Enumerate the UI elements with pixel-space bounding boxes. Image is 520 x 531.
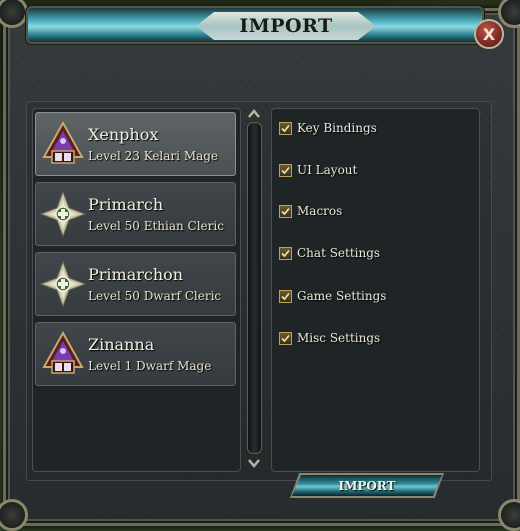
title-bar[interactable]: IMPORT <box>28 8 482 42</box>
mage-icon <box>42 120 84 164</box>
frame-corner-ornament <box>498 499 520 531</box>
checkbox-ui-layout[interactable]: UI Layout <box>279 161 357 179</box>
checkbox-label: Misc Settings <box>297 331 381 345</box>
character-description: Level 50 Dwarf Cleric <box>88 289 222 303</box>
checkbox-game-settings[interactable]: Game Settings <box>279 287 386 305</box>
checkbox-macros[interactable]: Macros <box>279 202 342 220</box>
scroll-down-button[interactable] <box>246 456 262 470</box>
window-title: IMPORT <box>196 12 376 40</box>
checkmark-icon <box>281 292 290 300</box>
character-row-primarchon[interactable]: Primarchon Level 50 Dwarf Cleric <box>35 252 236 316</box>
character-description: Level 1 Dwarf Mage <box>88 359 212 373</box>
character-name: Zinanna <box>88 335 155 354</box>
character-row-primarch[interactable]: Primarch Level 50 Ethian Cleric <box>35 182 236 246</box>
checkbox-misc-settings[interactable]: Misc Settings <box>279 329 380 347</box>
checkbox[interactable] <box>279 204 292 218</box>
checkbox-key-bindings[interactable]: Key Bindings <box>279 119 377 137</box>
checkmark-icon <box>281 249 290 257</box>
close-icon: X <box>482 24 496 44</box>
checkbox-label: Key Bindings <box>297 121 377 135</box>
scrollbar-track[interactable] <box>247 122 262 454</box>
checkbox-label: UI Layout <box>297 163 358 177</box>
checkbox-label: Macros <box>297 204 343 218</box>
cleric-icon <box>39 190 87 238</box>
character-name: Primarchon <box>88 265 184 284</box>
frame-corner-ornament <box>0 499 28 531</box>
checkbox[interactable] <box>279 331 292 345</box>
import-button[interactable]: IMPORT <box>292 475 442 496</box>
cleric-icon <box>39 260 87 308</box>
chevron-up-icon <box>248 109 260 118</box>
character-name: Xenphox <box>88 125 159 144</box>
checkbox[interactable] <box>279 289 292 303</box>
checkbox[interactable] <box>279 121 292 135</box>
mage-icon <box>42 330 84 374</box>
checkmark-icon <box>281 207 290 215</box>
character-row-zinanna[interactable]: Zinanna Level 1 Dwarf Mage <box>35 322 236 386</box>
checkbox-label: Chat Settings <box>297 246 381 260</box>
checkbox-chat-settings[interactable]: Chat Settings <box>279 244 380 262</box>
checkmark-icon <box>281 334 290 342</box>
checkbox[interactable] <box>279 246 292 260</box>
character-row-xenphox[interactable]: Xenphox Level 23 Kelari Mage <box>35 112 236 176</box>
chevron-down-icon <box>248 459 260 468</box>
checkbox[interactable] <box>279 163 292 177</box>
close-button[interactable]: X <box>474 19 504 49</box>
character-description: Level 50 Ethian Cleric <box>88 219 224 233</box>
checkmark-icon <box>281 124 290 132</box>
scroll-up-button[interactable] <box>246 107 262 121</box>
checkmark-icon <box>281 166 290 174</box>
character-name: Primarch <box>88 195 164 214</box>
checkbox-label: Game Settings <box>297 289 387 303</box>
character-description: Level 23 Kelari Mage <box>88 149 219 163</box>
